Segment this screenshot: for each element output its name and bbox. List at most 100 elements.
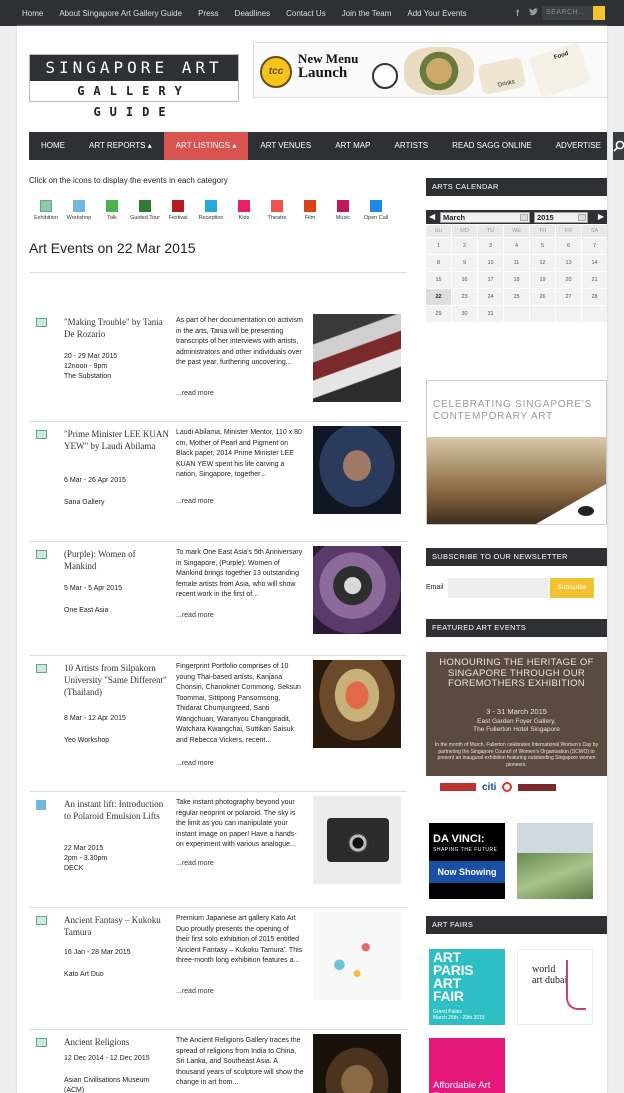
- event-venue[interactable]: One East Asia: [64, 606, 169, 616]
- art-paris-art-fair-ad[interactable]: ART PARIS ART FAIR Grand Palais March 26t…: [429, 949, 505, 1025]
- event-thumbnail[interactable]: [313, 796, 401, 884]
- calendar-day[interactable]: 6: [556, 238, 581, 254]
- calendar-day[interactable]: 25: [504, 289, 529, 305]
- calendar-day[interactable]: 27: [556, 289, 581, 305]
- nav-read-sagg-online[interactable]: READ SAGG ONLINE: [440, 132, 544, 160]
- top-link-deadlines[interactable]: Deadlines: [235, 9, 271, 18]
- calendar-day[interactable]: 13: [556, 255, 581, 271]
- calendar-day[interactable]: 19: [530, 272, 555, 288]
- event-venue[interactable]: DECK: [64, 864, 169, 874]
- search-input[interactable]: SEARCH...: [542, 6, 605, 20]
- event-thumbnail[interactable]: [313, 426, 401, 514]
- event-title[interactable]: 10 Artists from Silpakorn University "Sa…: [64, 662, 169, 698]
- nav-search-button[interactable]: [612, 132, 624, 160]
- event-title[interactable]: Ancient Religions: [64, 1036, 169, 1048]
- category-music[interactable]: Music: [326, 200, 360, 221]
- calendar-day[interactable]: 3: [478, 238, 503, 254]
- event-venue[interactable]: Asian Civilisations Museum (ACM): [64, 1076, 169, 1093]
- category-talk[interactable]: Talk: [95, 200, 129, 221]
- facebook-icon[interactable]: f: [516, 8, 519, 18]
- calendar-day[interactable]: 1: [426, 238, 451, 254]
- calendar-day[interactable]: 29: [426, 306, 451, 322]
- read-more-link[interactable]: ...read more: [176, 498, 214, 505]
- next-month-icon[interactable]: ▶: [598, 212, 604, 221]
- event-title[interactable]: An instant lift: Introduction to Polaroi…: [64, 798, 169, 822]
- world-art-dubai-ad[interactable]: world art dubai: [517, 949, 593, 1025]
- calendar-day[interactable]: 11: [504, 255, 529, 271]
- subscribe-button[interactable]: Subscribe: [550, 578, 594, 598]
- event-title[interactable]: Ancient Fantasy – Kukoku Tamura: [64, 914, 169, 938]
- nav-home[interactable]: HOME: [29, 132, 77, 160]
- top-link-home[interactable]: Home: [22, 9, 43, 18]
- calendar-day[interactable]: 28: [582, 289, 607, 305]
- affordable-art-fair-ad[interactable]: Affordable Art Fair: [429, 1038, 505, 1093]
- calendar-day[interactable]: 23: [452, 289, 477, 305]
- calendar-day[interactable]: 15: [426, 272, 451, 288]
- email-field[interactable]: [448, 578, 549, 598]
- event-thumbnail[interactable]: [313, 1034, 401, 1093]
- calendar-day[interactable]: 4: [504, 238, 529, 254]
- event-venue[interactable]: The Substation: [64, 372, 169, 382]
- site-logo[interactable]: SINGAPORE ART GALLERY GUIDE: [29, 54, 239, 119]
- calendar-day[interactable]: 24: [478, 289, 503, 305]
- nav-art-venues[interactable]: ART VENUES: [248, 132, 323, 160]
- month-select[interactable]: March: [440, 212, 530, 223]
- featured-event-banner[interactable]: HONOURING THE HERITAGE OF SINGAPORE THRO…: [426, 652, 607, 776]
- calendar-day[interactable]: 5: [530, 238, 555, 254]
- event-thumbnail[interactable]: [313, 660, 401, 748]
- calendar-day[interactable]: 17: [478, 272, 503, 288]
- prev-month-icon[interactable]: ◀: [429, 212, 435, 221]
- calendar-day[interactable]: 21: [582, 272, 607, 288]
- calendar-day[interactable]: 31: [478, 306, 503, 322]
- category-film[interactable]: Film: [293, 200, 327, 221]
- event-venue[interactable]: Kato Art Duo: [64, 970, 169, 980]
- header-banner-ad[interactable]: tcc New Menu Launch Drinks Food: [253, 42, 608, 98]
- event-thumbnail[interactable]: [313, 912, 401, 1000]
- nav-advertise[interactable]: ADVERTISE: [544, 132, 613, 160]
- calendar-day[interactable]: 7: [582, 238, 607, 254]
- category-workshop[interactable]: Workshop: [62, 200, 96, 221]
- nav-art-listings[interactable]: ART LISTINGS ▴: [163, 132, 249, 160]
- read-more-link[interactable]: ...read more: [176, 390, 214, 397]
- top-link-join[interactable]: Join the Team: [342, 9, 392, 18]
- event-title[interactable]: "Prime Minister LEE KUAN YEW" by Laudi A…: [64, 428, 169, 452]
- top-link-press[interactable]: Press: [198, 9, 218, 18]
- event-title[interactable]: "Making Trouble" by Tania De Rozario: [64, 316, 169, 340]
- calendar-day[interactable]: 14: [582, 255, 607, 271]
- category-guided-tour[interactable]: Guided Tour: [128, 200, 162, 221]
- calendar-day[interactable]: 20: [556, 272, 581, 288]
- contemporary-art-ad[interactable]: CELEBRATING SINGAPORE'S CONTEMPORARY ART: [426, 380, 607, 525]
- calendar-day[interactable]: 30: [452, 306, 477, 322]
- category-reception[interactable]: Reception: [194, 200, 228, 221]
- calendar-day[interactable]: 2: [452, 238, 477, 254]
- da-vinci-ad[interactable]: DA VINCI: SHAPING THE FUTURE Now Showing: [429, 823, 505, 899]
- calendar-day[interactable]: 8: [426, 255, 451, 271]
- calendar-day[interactable]: 9: [452, 255, 477, 271]
- event-thumbnail[interactable]: [313, 546, 401, 634]
- nav-art-reports[interactable]: ART REPORTS ▴: [77, 132, 164, 160]
- read-more-link[interactable]: ...read more: [176, 760, 214, 767]
- nav-art-map[interactable]: ART MAP: [323, 132, 382, 160]
- top-link-contact[interactable]: Contact Us: [286, 9, 326, 18]
- category-exhibition[interactable]: Exhibition: [29, 200, 63, 221]
- search-submit-button[interactable]: [593, 6, 605, 20]
- read-more-link[interactable]: ...read more: [176, 860, 214, 867]
- category-festival[interactable]: Festival: [161, 200, 195, 221]
- garden-ad[interactable]: [517, 823, 593, 899]
- top-link-about[interactable]: About Singapore Art Gallery Guide: [59, 9, 182, 18]
- top-link-add-events[interactable]: Add Your Events: [407, 9, 466, 18]
- nav-artists[interactable]: ARTISTS: [382, 132, 440, 160]
- read-more-link[interactable]: ...read more: [176, 612, 214, 619]
- calendar-day[interactable]: 12: [530, 255, 555, 271]
- calendar-day[interactable]: 16: [452, 272, 477, 288]
- calendar-day[interactable]: 22: [426, 289, 451, 305]
- event-title[interactable]: (Purple): Women of Mankind: [64, 548, 169, 572]
- calendar-day[interactable]: 18: [504, 272, 529, 288]
- year-select[interactable]: 2015: [534, 212, 588, 223]
- read-more-link[interactable]: ...read more: [176, 988, 214, 995]
- event-thumbnail[interactable]: [313, 314, 401, 402]
- category-kids[interactable]: Kids: [227, 200, 261, 221]
- calendar-day[interactable]: 26: [530, 289, 555, 305]
- twitter-icon[interactable]: [529, 8, 538, 18]
- calendar-day[interactable]: 10: [478, 255, 503, 271]
